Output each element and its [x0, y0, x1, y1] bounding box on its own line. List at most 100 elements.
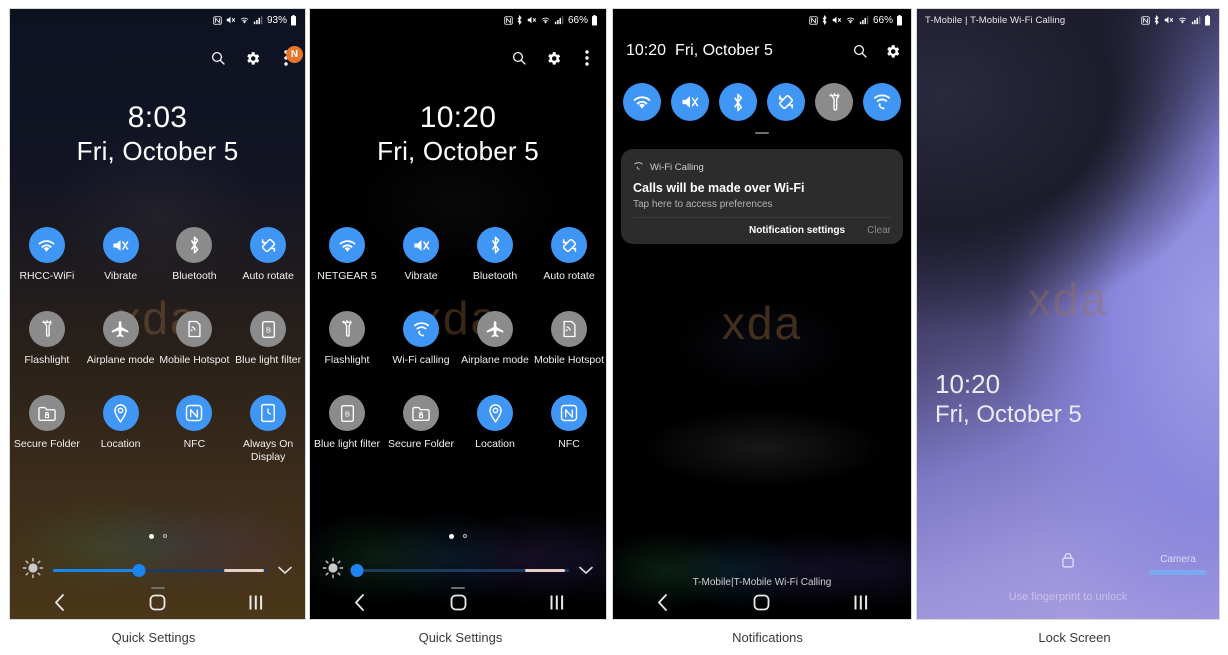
phone-screen-3: 66% 10:20 Fri, October 5 Wi-Fi Calling C… — [612, 8, 912, 620]
search-icon[interactable] — [209, 49, 227, 67]
camera-label: Camera — [1160, 554, 1196, 565]
chevron-down-icon[interactable] — [277, 563, 293, 579]
toggle-vibrate[interactable]: Vibrate — [84, 227, 158, 283]
overflow-menu-icon[interactable]: N — [277, 46, 303, 67]
toggle-secure-folder[interactable]: Secure Folder — [10, 395, 84, 464]
gear-icon[interactable] — [243, 49, 261, 67]
notification-card[interactable]: Wi-Fi Calling Calls will be made over Wi… — [621, 149, 903, 244]
securefolder-icon — [28, 395, 65, 431]
location-icon — [102, 395, 139, 431]
drag-handle[interactable] — [755, 132, 769, 134]
flashlight-icon — [28, 311, 65, 347]
toggle-wifi-calling[interactable] — [863, 83, 901, 121]
toggle-nfc[interactable]: NFC — [158, 395, 232, 464]
toggle-bluetooth[interactable]: Bluetooth — [158, 227, 232, 283]
mute-icon — [1163, 15, 1174, 25]
toggle-wifi-calling[interactable]: Wi-Fi calling — [384, 311, 458, 367]
toggle-label: Bluetooth — [472, 270, 518, 282]
clock-date: Fri, October 5 — [76, 135, 239, 166]
recents-icon[interactable] — [507, 595, 606, 610]
notification-badge[interactable]: N — [286, 46, 303, 63]
toggle-rhcc-wifi[interactable]: RHCC-WiFi — [10, 227, 84, 283]
notification-settings-button[interactable]: Notification settings — [749, 225, 845, 236]
mute-icon — [831, 15, 842, 25]
toggle-label: Blue light filter — [235, 354, 302, 366]
slider-end-marker — [224, 569, 264, 572]
toggle-label: RHCC-WiFi — [19, 270, 75, 282]
toggle-location[interactable]: Location — [84, 395, 158, 464]
home-icon[interactable] — [712, 594, 811, 611]
caption-quick-settings-2: Quick Settings — [418, 630, 503, 645]
brightness-slider-2[interactable] — [350, 564, 569, 578]
camera-shortcut[interactable]: Camera — [1149, 554, 1207, 575]
slider-thumb[interactable] — [350, 564, 364, 577]
autorotate-icon — [250, 227, 287, 263]
recents-icon[interactable] — [812, 595, 911, 610]
toggle-mobile-hotspot[interactable]: Mobile Hotspot — [532, 311, 606, 367]
clock-date: Fri, October 5 — [377, 135, 539, 166]
page-dot[interactable] — [463, 534, 467, 538]
toggle-netgear-5[interactable]: NETGEAR 5 — [310, 227, 384, 283]
camera-shortcut-bar[interactable] — [1149, 570, 1207, 575]
toggle-location[interactable]: Location — [458, 395, 532, 451]
back-icon[interactable] — [310, 593, 409, 611]
back-icon[interactable] — [10, 593, 108, 611]
toggle-airplane-mode[interactable]: Airplane mode — [458, 311, 532, 367]
toggle-secure-folder[interactable]: Secure Folder — [384, 395, 458, 451]
toggle-auto-rotate[interactable]: Auto rotate — [532, 227, 606, 283]
brightness-slider-1[interactable] — [53, 564, 268, 578]
gear-icon[interactable] — [544, 49, 562, 67]
page-dot[interactable] — [162, 534, 167, 538]
gear-icon[interactable] — [883, 42, 901, 60]
toggle-bluetooth[interactable] — [719, 83, 757, 121]
toggle-always-on-display[interactable]: Always On Display — [231, 395, 305, 464]
toggle-mobile-hotspot[interactable]: Mobile Hotspot — [158, 311, 232, 367]
recents-icon[interactable] — [207, 595, 305, 610]
page-dot-active[interactable] — [148, 534, 154, 539]
flashlight-icon — [329, 311, 365, 347]
page-dot-active[interactable] — [449, 534, 454, 539]
nav-bar-3 — [613, 585, 911, 619]
toggle-label: NETGEAR 5 — [317, 270, 377, 282]
toggle-blue-light-filter[interactable]: B Blue light filter — [231, 311, 305, 367]
quick-toggle-grid-1: RHCC-WiFi Vibrate Bluetooth Auto rotate … — [10, 227, 305, 464]
panel-lock-screen: T-Mobile | T-Mobile Wi-Fi Calling xda 10… — [916, 0, 1228, 620]
home-icon[interactable] — [409, 594, 508, 611]
home-icon[interactable] — [108, 594, 206, 611]
toggle-auto-rotate[interactable] — [767, 83, 805, 121]
slider-thumb[interactable] — [132, 564, 146, 577]
toggle-flashlight[interactable]: Flashlight — [10, 311, 84, 367]
toggle-airplane-mode[interactable]: Airplane mode — [84, 311, 158, 367]
bluelight-icon: B — [329, 395, 365, 431]
toggle-label: Location — [100, 438, 141, 450]
overflow-menu-icon[interactable] — [578, 49, 596, 67]
toggle-label: Airplane mode — [461, 354, 529, 366]
top-action-bar-1: N — [209, 46, 303, 67]
brightness-row-1 — [10, 557, 305, 584]
caption-quick-settings-1: Quick Settings — [111, 630, 196, 645]
toggle-label: Auto rotate — [543, 270, 595, 282]
toggle-bluetooth[interactable]: Bluetooth — [458, 227, 532, 283]
battery-icon — [290, 14, 297, 26]
wificalling-icon — [403, 311, 439, 347]
toggle-flashlight[interactable] — [815, 83, 853, 121]
toggle-nfc[interactable]: NFC — [532, 395, 606, 451]
search-icon[interactable] — [851, 42, 869, 60]
chevron-down-icon[interactable] — [578, 563, 594, 579]
phone-screen-2: 66% 10:20 Fri, October 5 xda NETGEAR 5 V… — [309, 8, 607, 620]
svg-text:B: B — [266, 325, 271, 334]
toggle-blue-light-filter[interactable]: B Blue light filter — [310, 395, 384, 451]
back-icon[interactable] — [613, 593, 712, 611]
clock-1: 8:03 Fri, October 5 — [10, 101, 305, 167]
toggle-label: Wi-Fi calling — [392, 354, 450, 366]
toggle-flashlight[interactable]: Flashlight — [310, 311, 384, 367]
toggle-label: Blue light filter — [314, 438, 380, 450]
nfc-icon — [551, 395, 587, 431]
toggle-wifi[interactable] — [623, 83, 661, 121]
lock-icon — [1062, 552, 1075, 573]
search-icon[interactable] — [510, 49, 528, 67]
clear-button[interactable]: Clear — [867, 225, 891, 236]
toggle-vibrate[interactable] — [671, 83, 709, 121]
toggle-vibrate[interactable]: Vibrate — [384, 227, 458, 283]
toggle-auto-rotate[interactable]: Auto rotate — [231, 227, 305, 283]
